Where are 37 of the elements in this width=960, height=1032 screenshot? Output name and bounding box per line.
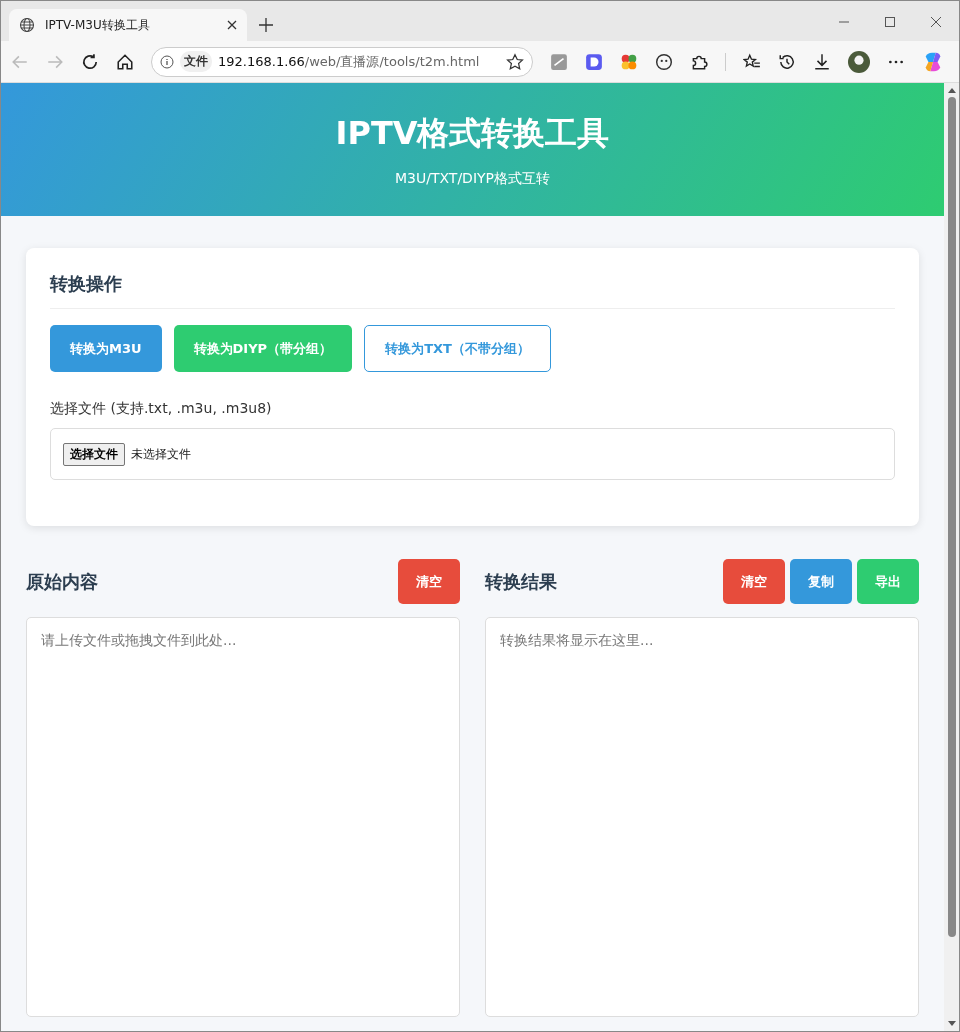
reload-icon[interactable] <box>81 52 99 71</box>
star-icon[interactable] <box>506 52 524 71</box>
file-label: 选择文件 (支持.txt, .m3u, .m3u8) <box>50 400 273 418</box>
url-text: 192.168.1.66/web/直播源/tools/t2m.html <box>218 52 480 71</box>
convert-button[interactable]: 转换为TXT（不带分组） <box>364 325 551 372</box>
choose-file-button[interactable]: 选择文件 <box>63 442 125 466</box>
new-tab-icon[interactable] <box>259 18 273 32</box>
panel-button[interactable]: 清空 <box>398 559 460 604</box>
text-area[interactable]: 转换结果将显示在这里... <box>485 617 919 1017</box>
info-icon <box>160 54 174 69</box>
page-subtitle: M3U/TXT/DIYP格式互转 <box>394 169 551 188</box>
page-title: IPTV格式转换工具 <box>334 112 611 154</box>
avatar-icon[interactable] <box>848 50 870 73</box>
close-icon[interactable] <box>931 17 941 27</box>
panel-title: 原始内容 <box>26 569 98 594</box>
text-area[interactable]: 请上传文件或拖拽文件到此处... <box>26 617 460 1017</box>
close-icon[interactable] <box>227 20 237 30</box>
scroll-up-icon[interactable] <box>947 87 956 93</box>
panel-button[interactable]: 复制 <box>790 559 852 604</box>
globe-icon <box>19 17 35 33</box>
convert-button[interactable]: 转换为DIYP（带分组） <box>173 325 353 372</box>
card-title: 转换操作 <box>50 272 895 309</box>
panel-title: 转换结果 <box>485 569 557 594</box>
file-input[interactable]: 选择文件 未选择文件 <box>50 428 895 480</box>
history-icon[interactable] <box>778 52 796 71</box>
address-bar[interactable]: 文件 192.168.1.66/web/直播源/tools/t2m.html <box>151 46 533 77</box>
panel-button[interactable]: 导出 <box>857 559 919 604</box>
scroll-down-icon[interactable] <box>947 1021 956 1027</box>
home-icon[interactable] <box>116 52 134 71</box>
panel-button[interactable]: 清空 <box>723 559 785 604</box>
security-label: 文件 <box>180 51 212 72</box>
scrollbar[interactable] <box>944 83 959 1031</box>
convert-button[interactable]: 转换为M3U <box>50 325 162 372</box>
browser-tab[interactable]: IPTV-M3U转换工具 <box>9 9 247 41</box>
file-status: 未选择文件 <box>131 445 191 463</box>
download-icon[interactable] <box>813 52 831 71</box>
maximize-icon[interactable] <box>885 17 895 27</box>
